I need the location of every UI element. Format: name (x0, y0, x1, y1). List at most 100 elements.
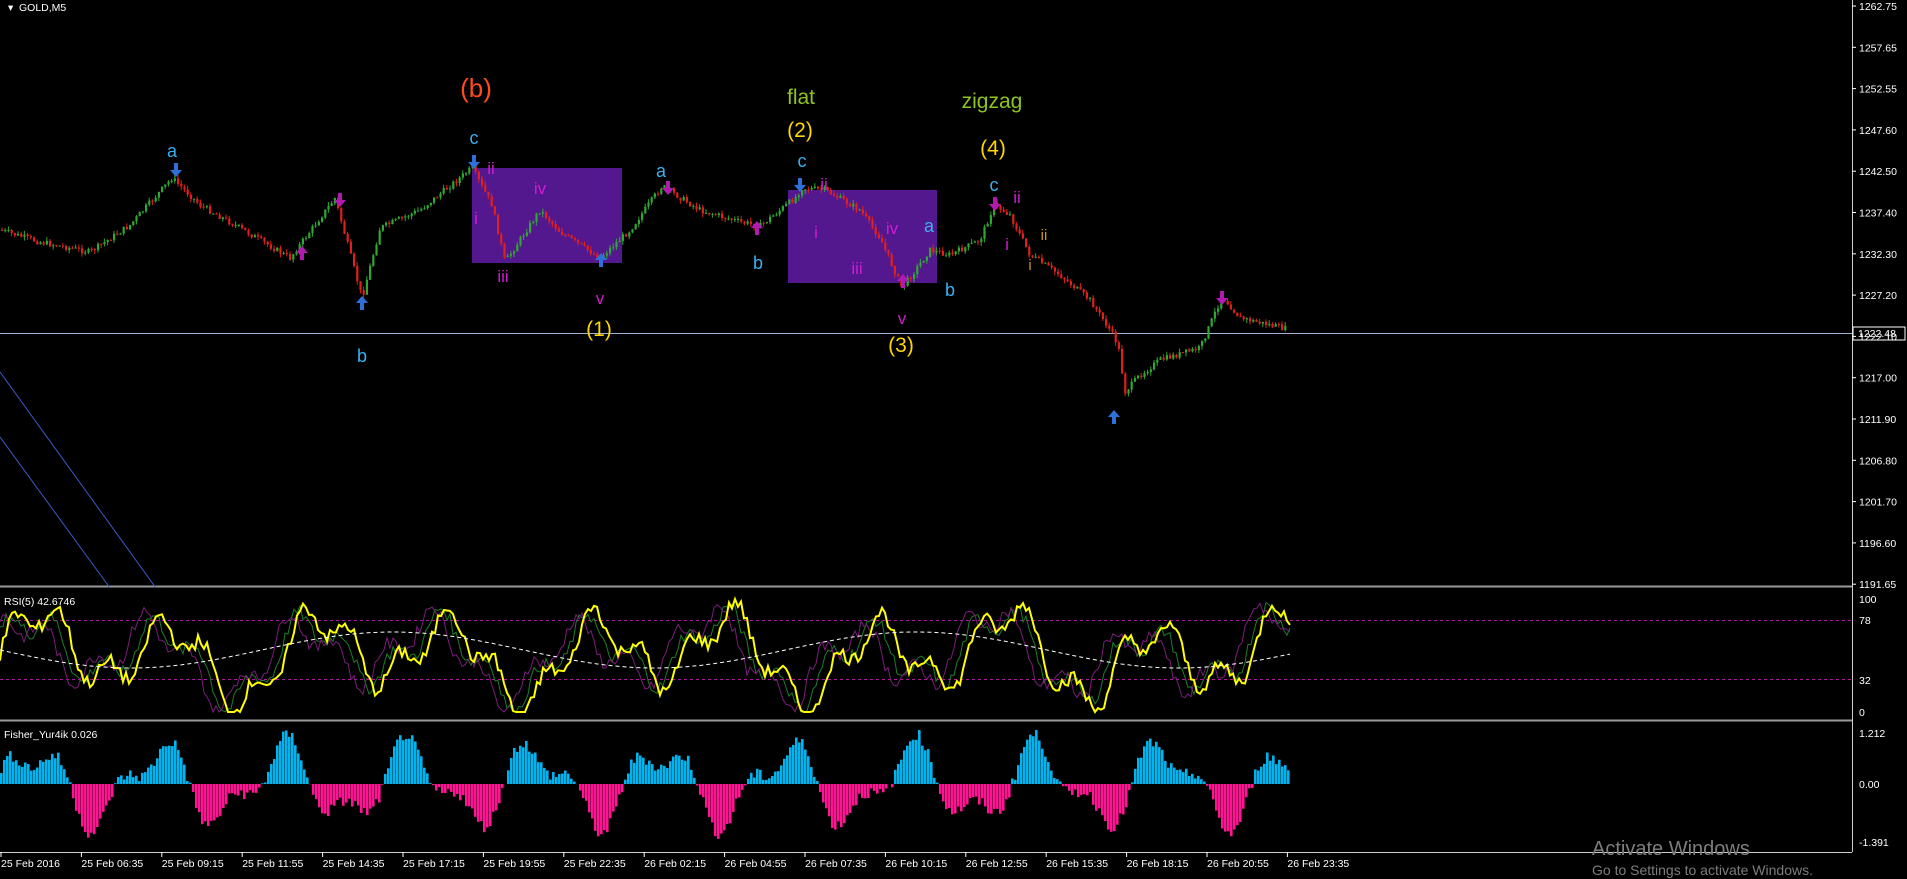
candle-body (737, 218, 740, 220)
fisher-bar (1263, 763, 1266, 784)
fisher-bar (993, 784, 996, 809)
candle-body (717, 213, 720, 216)
fisher-bar (987, 784, 990, 814)
candle-body (695, 205, 698, 210)
fisher-bar (930, 762, 933, 784)
fisher-bar (1194, 778, 1197, 784)
candle-body (1204, 338, 1207, 341)
fisher-pane[interactable] (0, 730, 1290, 839)
candle-body (36, 241, 39, 245)
wave-label[interactable]: i (474, 209, 478, 228)
fisher-bar (177, 750, 180, 784)
fisher-bar (792, 744, 795, 784)
wave-label[interactable]: i (1028, 257, 1031, 274)
wave-label[interactable]: iii (497, 267, 508, 286)
time-scale[interactable]: 25 Feb 2016 25 Feb 06:35 25 Feb 09:15 25 Fe… (0, 852, 1349, 870)
wave-label[interactable]: v (898, 309, 907, 328)
wave-label[interactable]: ii (820, 175, 828, 194)
wave-label[interactable]: iv (886, 219, 899, 238)
candle-body (887, 249, 890, 255)
wave-label[interactable]: (4) (980, 137, 1006, 160)
symbol-label: GOLD,M5 (19, 2, 66, 14)
fisher-bar (894, 769, 897, 784)
wave-label[interactable]: iii (851, 259, 862, 278)
fisher-bar (45, 759, 48, 784)
candle-body (1207, 326, 1210, 339)
wave-label[interactable]: a (656, 161, 667, 181)
wave-label[interactable]: c (990, 175, 999, 195)
wave-label[interactable]: (1) (586, 318, 612, 341)
wave-label[interactable]: c (470, 128, 479, 148)
candle-body (244, 227, 247, 231)
wave-label[interactable]: ii (487, 159, 495, 178)
fisher-bar (120, 775, 123, 784)
candle-body (260, 236, 263, 238)
candle-body (1185, 349, 1188, 353)
fisher-bar (759, 769, 762, 784)
wave-label[interactable]: (b) (460, 73, 492, 103)
wave-label[interactable]: v (596, 289, 605, 308)
fisher-bar (789, 747, 792, 784)
fisher-bar (978, 784, 981, 805)
wave-label[interactable]: iv (534, 179, 547, 198)
chart-area[interactable]: (b) flat(2)zigzag(4)(1)(3)abcabcabciiiivi… (0, 0, 1907, 879)
fisher-bar (1071, 784, 1074, 796)
fisher-bar (486, 784, 489, 828)
candle-body (1101, 312, 1104, 320)
fisher-bar (1125, 784, 1128, 808)
fisher-bar (465, 784, 468, 807)
candle-body (951, 252, 954, 255)
candle-body (369, 265, 372, 280)
fisher-bar (672, 756, 675, 784)
wave-label[interactable]: i (1005, 235, 1009, 254)
wave-label[interactable]: b (945, 280, 955, 300)
wave-label[interactable]: (3) (888, 334, 914, 357)
rsi-pane[interactable] (0, 595, 1291, 714)
candle-body (874, 227, 877, 235)
fisher-bar (948, 784, 951, 809)
fisher-bar (1134, 768, 1137, 784)
candle-body (55, 245, 58, 247)
fisher-bar (3, 759, 6, 784)
wave-label[interactable]: ii (1013, 188, 1021, 207)
candle-body (1149, 369, 1152, 372)
candle-body (449, 188, 452, 190)
symbol-dropdown-icon[interactable]: ▾ (8, 2, 14, 14)
fisher-bar (231, 784, 234, 794)
fisher-bar (1260, 766, 1263, 784)
wave-label[interactable]: a (924, 216, 935, 236)
price-scale[interactable]: 1262.75 1257.65 1252.55 1247.60 1242.50 1237.… (1852, 1, 1897, 591)
time-tick-label: 25 Feb 17:15 (403, 858, 465, 870)
candle-body (343, 221, 346, 234)
wave-label[interactable]: (2) (787, 119, 813, 142)
candle-body (189, 194, 192, 200)
candle-body (1117, 342, 1120, 349)
candle-body (1271, 323, 1274, 327)
fisher-bar (684, 760, 687, 784)
wave-label[interactable]: i (814, 223, 818, 242)
fisher-bar (327, 784, 330, 817)
wave-label[interactable]: c (798, 151, 807, 171)
fisher-bar (819, 784, 822, 793)
wave-label[interactable]: zigzag (962, 90, 1023, 113)
fisher-bar (1155, 741, 1158, 784)
wave-label[interactable]: a (167, 141, 178, 161)
candle-body (801, 190, 804, 196)
fisher-bar (387, 768, 390, 784)
fisher-bar (615, 784, 618, 807)
fisher-bar (774, 771, 777, 784)
fisher-bar (285, 730, 288, 784)
wave-label[interactable]: flat (787, 86, 815, 109)
wave-label[interactable]: ii (1041, 227, 1048, 244)
fisher-bar (264, 782, 267, 784)
wave-label[interactable]: b (753, 253, 763, 273)
candle-body (1085, 292, 1088, 299)
fisher-bar (1158, 747, 1161, 784)
candle-body (1079, 286, 1082, 290)
candle-body (458, 177, 461, 184)
fisher-tick-label: -1.391 (1859, 837, 1889, 849)
candle-body (180, 183, 183, 187)
fisher-bar (624, 779, 627, 784)
wave-label[interactable]: b (357, 346, 367, 366)
fisher-bar (708, 784, 711, 818)
